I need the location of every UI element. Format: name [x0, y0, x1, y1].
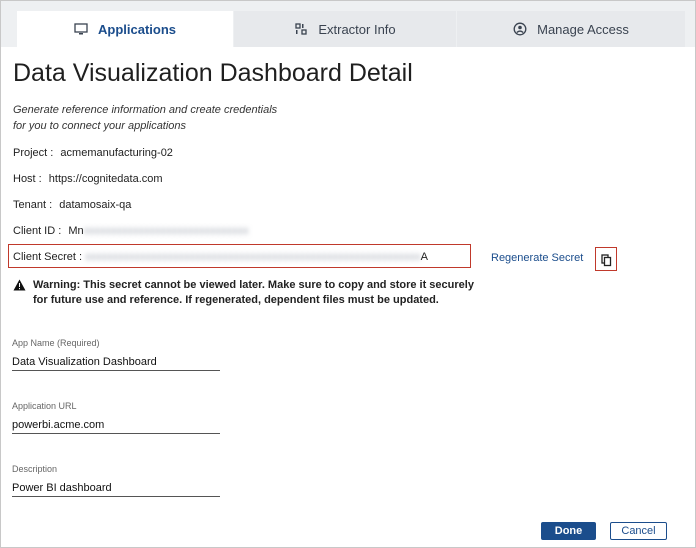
- regenerate-secret-link[interactable]: Regenerate Secret: [491, 252, 583, 264]
- tenant-label: Tenant :: [13, 199, 53, 211]
- cancel-button[interactable]: Cancel: [610, 522, 667, 540]
- warning-text: Warning: This secret cannot be viewed la…: [33, 279, 474, 306]
- host-value: https://cognitedata.com: [48, 173, 163, 185]
- copy-icon: [596, 254, 616, 274]
- done-button[interactable]: Done: [541, 522, 596, 540]
- project-row: Project : acmemanufacturing-02: [13, 147, 173, 159]
- page-intro: Generate reference information and creat…: [13, 102, 277, 134]
- app-url-label: Application URL: [12, 401, 77, 411]
- client-id-prefix: Mn: [68, 225, 84, 237]
- description-input[interactable]: [12, 482, 220, 497]
- description-label: Description: [12, 464, 58, 474]
- tab-manage-access[interactable]: Manage Access: [457, 11, 685, 47]
- app-name-input[interactable]: [12, 356, 220, 371]
- description-field-group: Description: [12, 464, 220, 497]
- tab-manage-access-label: Manage Access: [537, 21, 629, 37]
- client-secret-box: Client Secret : xxxxxxxxxxxxxxxxxxxxxxxx…: [8, 244, 471, 268]
- copy-secret-button[interactable]: [595, 247, 617, 271]
- client-secret-suffix: A: [420, 251, 428, 263]
- tenant-value: datamosaix-qa: [59, 199, 132, 211]
- client-id-row: Client ID : Mnxxxxxxxxxxxxxxxxxxxxxxxxxx…: [13, 225, 249, 237]
- app-url-input[interactable]: [12, 419, 220, 434]
- app-name-label: App Name (Required): [12, 338, 100, 348]
- tab-applications[interactable]: Applications: [17, 11, 233, 47]
- client-id-label: Client ID :: [13, 225, 62, 237]
- app-url-field-group: Application URL: [12, 401, 220, 434]
- monitor-icon: [74, 22, 88, 36]
- tenant-row: Tenant : datamosaix-qa: [13, 199, 131, 211]
- detail-panel: Applications Extractor Info Manage Acces…: [0, 0, 696, 548]
- tab-bar: Applications Extractor Info Manage Acces…: [1, 1, 695, 47]
- secret-warning: Warning: This secret cannot be viewed la…: [13, 278, 483, 308]
- page-title: Data Visualization Dashboard Detail: [13, 59, 413, 87]
- warning-icon: [13, 279, 26, 296]
- intro-line-1: Generate reference information and creat…: [13, 104, 278, 116]
- intro-line-2: for you to connect your applications: [13, 120, 187, 132]
- client-secret-masked: xxxxxxxxxxxxxxxxxxxxxxxxxxxxxxxxxxxxxxxx…: [85, 251, 421, 263]
- user-circle-icon: [513, 22, 527, 36]
- host-row: Host : https://cognitedata.com: [13, 173, 163, 185]
- project-value: acmemanufacturing-02: [60, 147, 173, 159]
- client-secret-label: Client Secret :: [13, 251, 83, 263]
- project-label: Project :: [13, 147, 54, 159]
- app-name-field-group: App Name (Required): [12, 338, 220, 371]
- tab-applications-label: Applications: [97, 21, 176, 37]
- client-secret-row: Client Secret : xxxxxxxxxxxxxxxxxxxxxxxx…: [13, 251, 428, 263]
- host-label: Host :: [13, 173, 42, 185]
- grid-icon: [294, 22, 308, 36]
- client-id-masked: xxxxxxxxxxxxxxxxxxxxxxxxxxxxxx: [83, 225, 249, 237]
- tab-extractor-info-label: Extractor Info: [318, 21, 396, 37]
- tab-extractor-info[interactable]: Extractor Info: [234, 11, 456, 47]
